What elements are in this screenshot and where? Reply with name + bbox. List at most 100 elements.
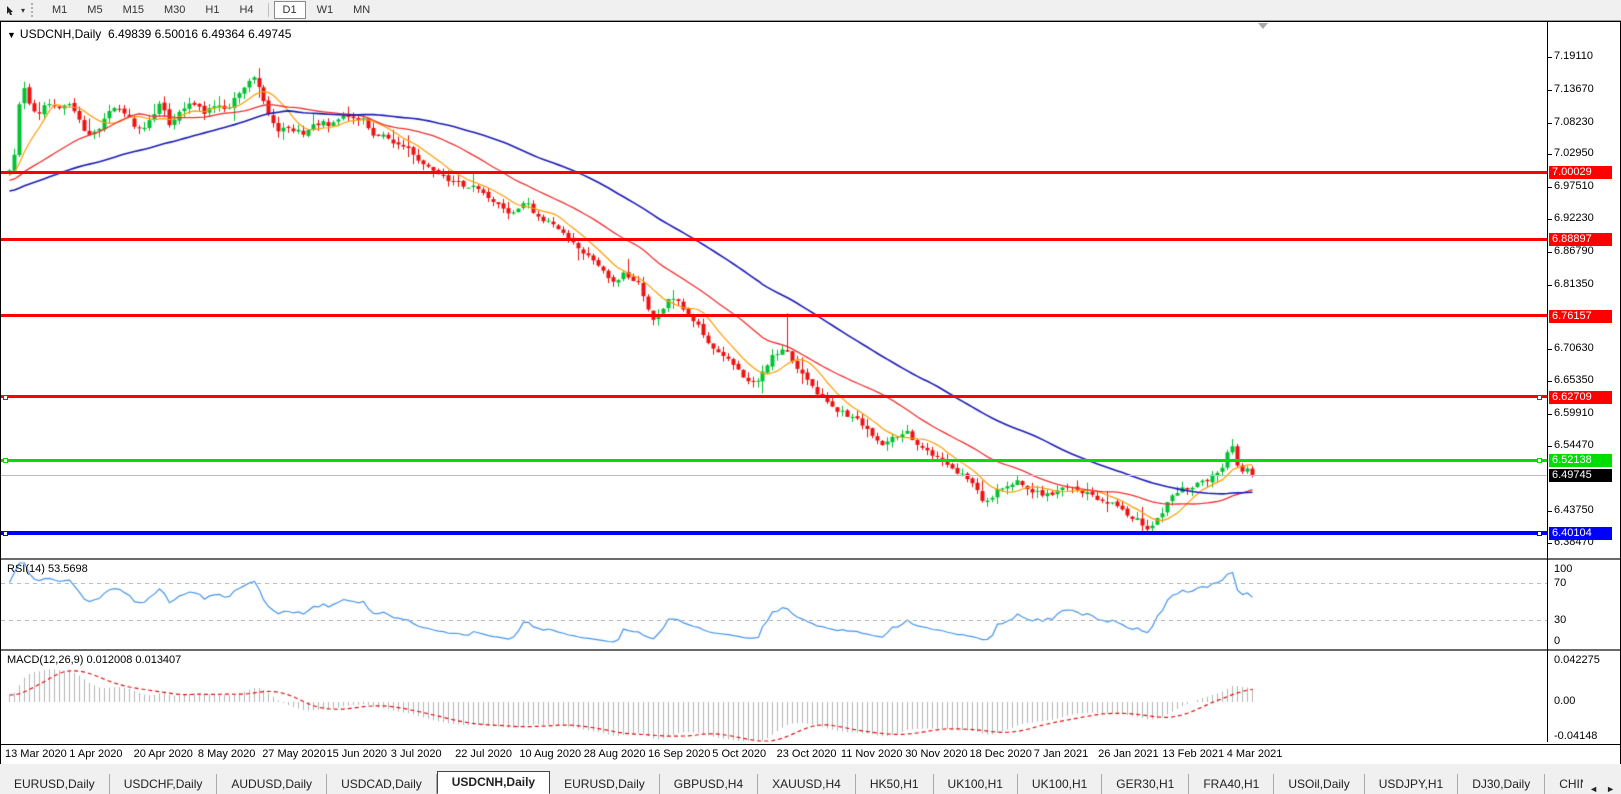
rsi-level-line — [1, 620, 1547, 621]
macd-canvas[interactable] — [1, 651, 1547, 744]
axis-tick-mark — [1547, 252, 1552, 253]
timeframe-button-h1[interactable]: H1 — [196, 1, 228, 19]
time-axis-label: 28 Aug 2020 — [583, 748, 646, 760]
chart-tabs: EURUSD,Daily USDCHF,Daily AUDUSD,Daily USDC… — [0, 770, 1584, 794]
chart-title: ▼ USDCNH,Daily 6.49839 6.50016 6.49364 6.… — [7, 27, 291, 41]
level-price-label: 6.40104 — [1549, 527, 1612, 540]
rsi-scale-label: 100 — [1554, 563, 1573, 575]
chart-ohlc-values: 6.49839 6.50016 6.49364 6.49745 — [107, 27, 292, 41]
time-axis-label: 23 Oct 2020 — [776, 748, 837, 760]
level-line-6.40104[interactable] — [1, 531, 1547, 535]
cursor-tool-icon[interactable]: ▾ — [6, 4, 25, 16]
collapse-triangle-icon[interactable]: ▼ — [7, 30, 16, 40]
time-axis-label: 11 Nov 2020 — [840, 748, 903, 760]
time-axis-label: 18 Dec 2020 — [969, 748, 1032, 760]
level-line-handle[interactable] — [3, 395, 8, 400]
macd-scale-label: 0.00 — [1554, 695, 1576, 707]
chart-tab-xauusd-h4[interactable]: XAUUSD,H4 — [758, 774, 856, 794]
timeframe-button-m30[interactable]: M30 — [155, 1, 194, 19]
level-line-handle[interactable] — [1537, 458, 1542, 463]
axis-tick-label: 6.54470 — [1554, 439, 1594, 451]
chart-tab-china300-h1[interactable]: CHINA300,H1 — [1545, 774, 1584, 794]
chart-tab-gbpusd-h4[interactable]: GBPUSD,H4 — [659, 774, 759, 794]
chart-tab-usoil-daily[interactable]: USOil,Daily — [1274, 774, 1365, 794]
axis-tick-label: 7.13670 — [1554, 83, 1594, 95]
chart-tab-eurusd-daily[interactable]: EURUSD,Daily — [0, 774, 110, 794]
chart-tab-ger30-h1[interactable]: GER30,H1 — [1102, 774, 1190, 794]
chart-tab-dj30-daily[interactable]: DJ30,Daily — [1458, 774, 1546, 794]
timeframe-button-m5[interactable]: M5 — [78, 1, 111, 19]
axis-tick-mark — [1547, 381, 1552, 382]
time-axis-label: 4 Mar 2021 — [1226, 748, 1283, 760]
axis-tick-mark — [1547, 285, 1552, 286]
axis-tick-label: 6.43750 — [1554, 504, 1594, 516]
time-axis-label: 7 Jan 2021 — [1033, 748, 1089, 760]
axis-tick-mark — [1547, 446, 1552, 447]
axis-tick-mark — [1547, 219, 1552, 220]
level-price-label: 6.88897 — [1549, 233, 1612, 246]
crosshair-icon — [7, 6, 13, 15]
chart-tab-bar: EURUSD,Daily USDCHF,Daily AUDUSD,Daily USDC… — [0, 764, 1621, 794]
time-axis-label: 13 Mar 2020 — [5, 748, 67, 760]
timeframe-button-m15[interactable]: M15 — [114, 1, 153, 19]
time-axis-label: 27 May 2020 — [262, 748, 326, 760]
macd-scale-label: -0.04148 — [1554, 730, 1598, 742]
level-price-label: 6.76157 — [1549, 310, 1612, 323]
chart-tab-uk100-h1[interactable]: UK100,H1 — [1017, 774, 1103, 794]
tab-scroll-left-icon[interactable]: ◄ — [1589, 784, 1598, 794]
timeframe-toolbar: ▾ M1 M5 M15 M30 H1 H4 D1 W1 MN — [0, 0, 1621, 21]
price-chart-canvas[interactable] — [1, 22, 1547, 558]
time-axis-label: 10 Aug 2020 — [519, 748, 582, 760]
axis-tick-label: 6.86790 — [1554, 245, 1594, 257]
timeframe-button-d1[interactable]: D1 — [273, 1, 306, 19]
chart-tab-audusd-daily[interactable]: AUDUSD,Daily — [217, 774, 328, 794]
toolbar-grip[interactable] — [31, 3, 36, 17]
tab-scroll-right-icon[interactable]: ► — [1606, 784, 1615, 794]
rsi-scale-label: 30 — [1554, 614, 1567, 626]
chart-tab-usdcad-daily[interactable]: USDCAD,Daily — [327, 774, 437, 794]
axis-tick-mark — [1547, 123, 1552, 124]
timeframe-button-m1[interactable]: M1 — [43, 1, 76, 19]
chart-tab-usdcnh-daily[interactable]: USDCNH,Daily — [436, 771, 551, 794]
level-line-6.88897[interactable] — [1, 238, 1547, 241]
time-axis-label: 15 Jun 2020 — [326, 748, 388, 760]
axis-tick-mark — [1547, 57, 1552, 58]
trading-app: ▾ M1 M5 M15 M30 H1 H4 D1 W1 MN ▼ USDCNH,Daily 6.4… — [0, 0, 1621, 794]
timeframe-button-h4[interactable]: H4 — [230, 1, 262, 19]
level-price-label: 6.62709 — [1549, 391, 1612, 404]
rsi-label: RSI(14) 53.5698 — [7, 563, 88, 575]
rsi-level-line — [1, 583, 1547, 584]
timeframe-button-w1[interactable]: W1 — [308, 1, 343, 19]
chart-shift-marker[interactable] — [1258, 23, 1268, 29]
chart-tab-fra40-h1[interactable]: FRA40,H1 — [1189, 774, 1275, 794]
time-axis-label: 30 Nov 2020 — [905, 748, 968, 760]
chart-tab-hk50-h1[interactable]: HK50,H1 — [855, 774, 934, 794]
axis-tick-label: 6.97510 — [1554, 180, 1594, 192]
price-axis-line — [1547, 22, 1548, 742]
level-line-6.62709[interactable] — [1, 395, 1547, 398]
chart-tab-uk100-h1[interactable]: UK100,H1 — [933, 774, 1018, 794]
level-line-7.00029[interactable] — [1, 171, 1547, 174]
level-line-handle[interactable] — [1537, 395, 1542, 400]
dropdown-caret-icon[interactable]: ▾ — [21, 6, 25, 15]
axis-tick-label: 6.70630 — [1554, 342, 1594, 354]
chart-tab-usdjpy-h1[interactable]: USDJPY,H1 — [1364, 774, 1459, 794]
axis-tick-mark — [1547, 187, 1552, 188]
chart-tab-usdchf-daily[interactable]: USDCHF,Daily — [109, 774, 218, 794]
toolbar-separator — [267, 3, 269, 17]
current-price-label: 6.49745 — [1549, 469, 1612, 482]
chart-window: ▼ USDCNH,Daily 6.49839 6.50016 6.49364 6.… — [0, 21, 1621, 764]
timeframe-button-mn[interactable]: MN — [344, 1, 379, 19]
level-line-handle[interactable] — [3, 531, 8, 536]
time-axis: 13 Mar 2020 1 Apr 2020 20 Apr 2020 8 May 20… — [1, 744, 1620, 764]
level-line-6.76157[interactable] — [1, 314, 1547, 317]
axis-tick-label: 7.08230 — [1554, 116, 1594, 128]
macd-label: MACD(12,26,9) 0.012008 0.013407 — [7, 654, 182, 666]
rsi-scale-label: 70 — [1554, 577, 1567, 589]
rsi-canvas[interactable] — [1, 560, 1547, 649]
level-line-handle[interactable] — [1537, 531, 1542, 536]
level-line-handle[interactable] — [3, 458, 8, 463]
axis-tick-mark — [1547, 511, 1552, 512]
chart-tab-eurusd-daily[interactable]: EURUSD,Daily — [550, 774, 660, 794]
level-line-6.52138[interactable] — [1, 459, 1547, 462]
